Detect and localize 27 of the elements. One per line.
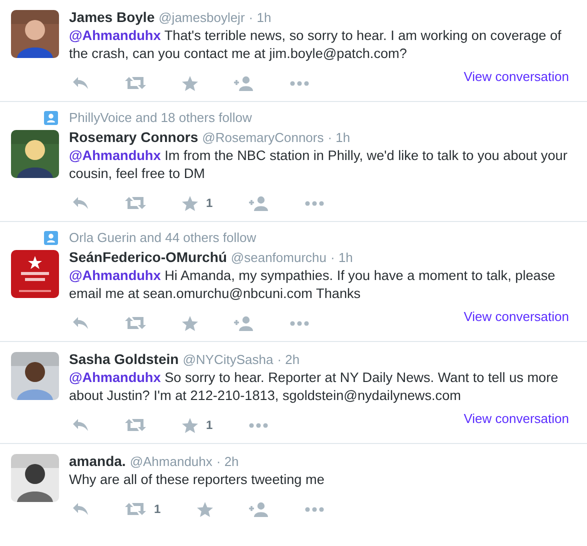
action-count: 1: [154, 502, 161, 516]
mention-link[interactable]: @Ahmanduhx: [69, 28, 161, 43]
mention-link[interactable]: @Ahmanduhx: [69, 268, 161, 283]
view-conversation-link[interactable]: View conversation: [464, 407, 569, 426]
tweet-text: @Ahmanduhx Hi Amanda, my sympathies. If you have a moment to talk, please email me at sean.omurchu@nbcuni.com Thanks: [69, 267, 556, 303]
user-handle: @NYCitySasha: [182, 351, 274, 369]
user-handle: @jamesboylejr: [158, 9, 245, 27]
mention-link[interactable]: @Ahmanduhx: [69, 148, 161, 163]
mention-link[interactable]: @Ahmanduhx: [69, 370, 161, 385]
user-name[interactable]: Sasha Goldstein: [69, 350, 179, 369]
user-name[interactable]: Rosemary Connors: [69, 128, 198, 147]
tweet-text: @Ahmanduhx So sorry to hear. Reporter at NY Daily News. Want to tell us more about Justin? I'm at 212-210-1813, sgoldstein@nydailynews.com: [69, 369, 560, 405]
social-context: PhillyVoice and 18 others follow: [69, 110, 252, 126]
user-name[interactable]: amanda.: [69, 452, 126, 471]
tweet-text: @Ahmanduhx Im from the NBC station in Philly, we'd like to talk to you about your cousin, feel free to DM: [69, 147, 568, 183]
view-conversation-link[interactable]: View conversation: [464, 65, 569, 84]
tweet-text: @Ahmanduhx That's terrible news, so sorry to hear. I am working on coverage of the crash, can you contact me at jim.boyle@patch.com?: [69, 27, 562, 63]
user-handle: @Ahmanduhx: [130, 453, 212, 471]
tweet-text: Why are all of these reporters tweeting me: [69, 471, 326, 489]
user-name[interactable]: James Boyle: [69, 8, 155, 27]
action-count: 1: [206, 196, 213, 210]
social-context: Orla Guerin and 44 others follow: [69, 230, 256, 246]
user-handle: @RosemaryConnors: [202, 129, 324, 147]
view-conversation-link[interactable]: View conversation: [464, 305, 569, 324]
user-handle: @seanfomurchu: [230, 249, 326, 267]
action-count: 1: [206, 418, 213, 432]
user-name[interactable]: SeánFederico-OMurchú: [69, 248, 227, 267]
